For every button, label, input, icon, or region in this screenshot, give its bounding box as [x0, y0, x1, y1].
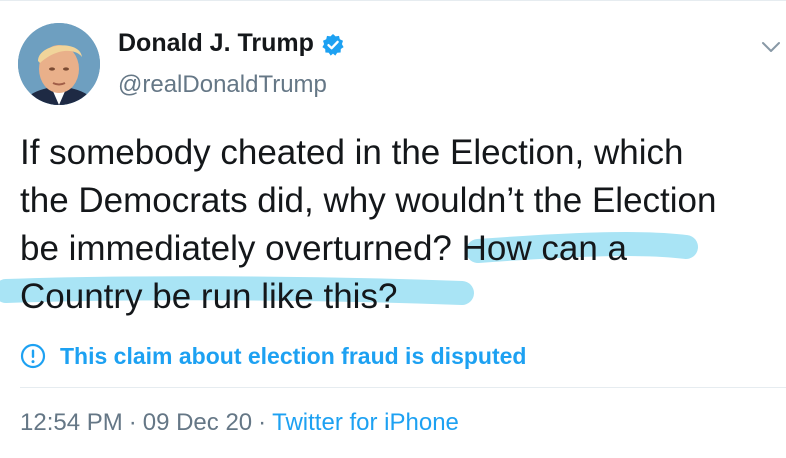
tweet-card: Donald J. Trump @realDonaldTrump If some…: [0, 0, 786, 457]
tweet-text-line: Country be run like this?: [20, 273, 780, 321]
tweet-text-segment: be immediately overturned?: [20, 229, 462, 268]
tweet-source-link[interactable]: Twitter for iPhone: [272, 409, 459, 436]
exclamation-circle-icon: [20, 343, 46, 369]
verified-badge-icon: [322, 34, 344, 56]
tweet-text: If somebody cheated in the Election, whi…: [20, 129, 780, 321]
author-handle[interactable]: @realDonaldTrump: [118, 71, 327, 99]
highlighted-text: Country be run like this?: [20, 277, 398, 316]
tweet-time[interactable]: 12:54 PM: [20, 409, 123, 436]
separator: ·: [258, 409, 267, 436]
separator: ·: [128, 409, 137, 436]
disputed-claim-text[interactable]: This claim about election fraud is dispu…: [60, 343, 526, 370]
tweet-text-line: the Democrats did, why wouldn’t the Elec…: [20, 181, 717, 220]
tweet-text-line: be immediately overturned? How can a: [20, 225, 780, 273]
chevron-down-icon[interactable]: [760, 39, 782, 55]
tweet-metadata: 12:54 PM · 09 Dec 20 · Twitter for iPhone: [20, 409, 459, 437]
avatar[interactable]: [18, 23, 100, 105]
author-display-name[interactable]: Donald J. Trump: [118, 29, 314, 58]
disputed-claim-notice[interactable]: This claim about election fraud is dispu…: [20, 341, 526, 371]
highlighted-text: How can a: [461, 229, 627, 268]
tweet-date[interactable]: 09 Dec 20: [143, 409, 252, 436]
tweet-text-line: If somebody cheated in the Election, whi…: [20, 133, 684, 172]
divider: [20, 387, 786, 388]
